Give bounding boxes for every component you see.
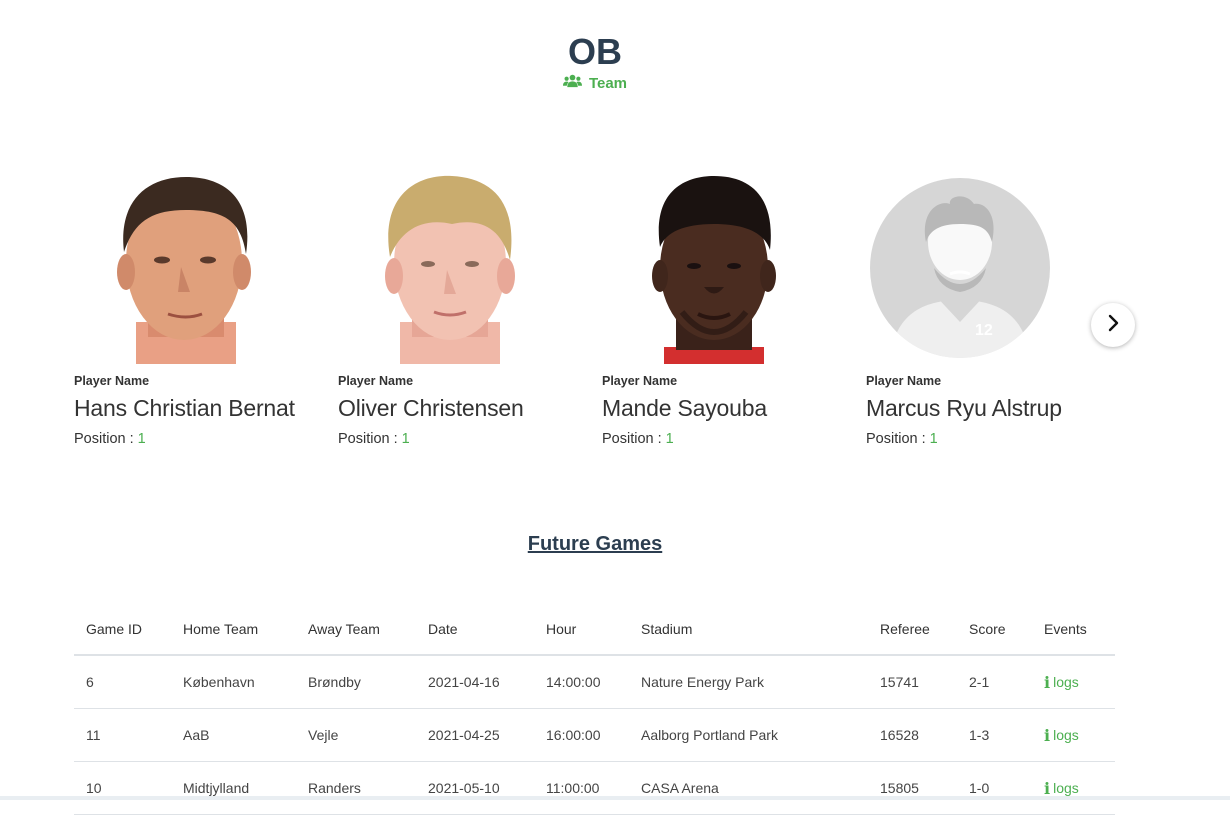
- game-id-cell: 10: [74, 761, 171, 815]
- date-cell: 2021-04-16: [416, 655, 534, 709]
- home-team-cell: Midtjylland: [171, 761, 296, 815]
- player-name-label: Player Name: [74, 374, 150, 388]
- score-cell: 1-3: [957, 708, 1032, 762]
- hour-cell: 11:00:00: [534, 761, 629, 815]
- home-team-cell: København: [171, 655, 296, 709]
- player-name-label: Player Name: [866, 374, 942, 388]
- column-header: Game ID: [74, 604, 171, 656]
- player-position: Position : 1: [74, 431, 146, 447]
- referee-cell: 15805: [868, 761, 957, 815]
- info-icon: i: [1044, 672, 1051, 692]
- game-id-cell: 11: [74, 708, 171, 762]
- player-name: Mande Sayouba: [602, 395, 767, 421]
- score-cell: 1-0: [957, 761, 1032, 815]
- jersey-number: 12: [975, 322, 993, 339]
- game-id-cell: 6: [74, 655, 171, 709]
- table-row: 6 København Brøndby 2021-04-16 14:00:00 …: [74, 655, 1115, 709]
- column-header: Away Team: [296, 604, 416, 656]
- position-label: Position :: [866, 431, 930, 447]
- score-cell: 2-1: [957, 655, 1032, 709]
- team-subtitle-label: Team: [588, 74, 628, 92]
- players-carousel: Player Name Hans Christian Bernat Positi…: [74, 172, 1134, 462]
- future-games-table: Game ID Home Team Away Team Date Hour St…: [74, 604, 1115, 815]
- player-position: Position : 1: [602, 431, 674, 447]
- table-row: 10 Midtjylland Randers 2021-05-10 11:00:…: [74, 761, 1115, 815]
- player-photo: [624, 172, 804, 364]
- column-header: Events: [1032, 604, 1115, 656]
- placeholder-avatar: 12: [870, 172, 1050, 364]
- team-title: OB: [568, 31, 622, 72]
- player-position: Position : 1: [866, 431, 938, 447]
- page-header: OB Team: [0, 30, 1190, 93]
- away-team-cell: Randers: [296, 761, 416, 815]
- referee-cell: 16528: [868, 708, 957, 762]
- stadium-cell: Aalborg Portland Park: [629, 708, 868, 762]
- date-cell: 2021-05-10: [416, 761, 534, 815]
- position-value: 1: [929, 431, 938, 447]
- away-team-cell: Vejle: [296, 708, 416, 762]
- column-header: Home Team: [171, 604, 296, 656]
- position-value: 1: [137, 431, 146, 447]
- player-name: Marcus Ryu Alstrup: [866, 395, 1062, 421]
- home-team-cell: AaB: [171, 708, 296, 762]
- stadium-cell: Nature Energy Park: [629, 655, 868, 709]
- future-games-title: Future Games: [527, 533, 663, 555]
- info-icon: i: [1044, 778, 1051, 798]
- info-icon: i: [1044, 725, 1051, 745]
- logs-label: logs: [1053, 727, 1079, 743]
- logs-link[interactable]: i logs: [1044, 673, 1079, 692]
- events-cell: i logs: [1032, 708, 1115, 762]
- hour-cell: 14:00:00: [534, 655, 629, 709]
- table-header-row: Game ID Home Team Away Team Date Hour St…: [74, 604, 1115, 656]
- position-label: Position :: [338, 431, 402, 447]
- position-label: Position :: [74, 431, 138, 447]
- player-name-label: Player Name: [602, 374, 678, 388]
- bottom-edge: [0, 796, 1230, 800]
- events-cell: i logs: [1032, 655, 1115, 709]
- date-cell: 2021-04-25: [416, 708, 534, 762]
- player-photo: [96, 172, 276, 364]
- hour-cell: 16:00:00: [534, 708, 629, 762]
- chevron-right-icon: [1106, 314, 1120, 337]
- player-position: Position : 1: [338, 431, 410, 447]
- away-team-cell: Brøndby: [296, 655, 416, 709]
- column-header: Stadium: [629, 604, 868, 656]
- player-photo: [360, 172, 540, 364]
- team-subtitle: Team: [562, 74, 628, 92]
- referee-cell: 15741: [868, 655, 957, 709]
- table-row: 11 AaB Vejle 2021-04-25 16:00:00 Aalborg…: [74, 708, 1115, 762]
- carousel-next-button[interactable]: [1091, 303, 1135, 347]
- logs-link[interactable]: i logs: [1044, 726, 1079, 745]
- events-cell: i logs: [1032, 761, 1115, 815]
- position-value: 1: [665, 431, 674, 447]
- player-name: Hans Christian Bernat: [74, 395, 295, 421]
- column-header: Date: [416, 604, 534, 656]
- logs-label: logs: [1053, 780, 1079, 796]
- position-value: 1: [401, 431, 410, 447]
- column-header: Referee: [868, 604, 957, 656]
- logs-label: logs: [1053, 674, 1079, 690]
- users-icon: [562, 74, 582, 92]
- column-header: Hour: [534, 604, 629, 656]
- column-header: Score: [957, 604, 1032, 656]
- player-name-label: Player Name: [338, 374, 414, 388]
- player-name: Oliver Christensen: [338, 395, 524, 421]
- logs-link[interactable]: i logs: [1044, 779, 1079, 798]
- position-label: Position :: [602, 431, 666, 447]
- stadium-cell: CASA Arena: [629, 761, 868, 815]
